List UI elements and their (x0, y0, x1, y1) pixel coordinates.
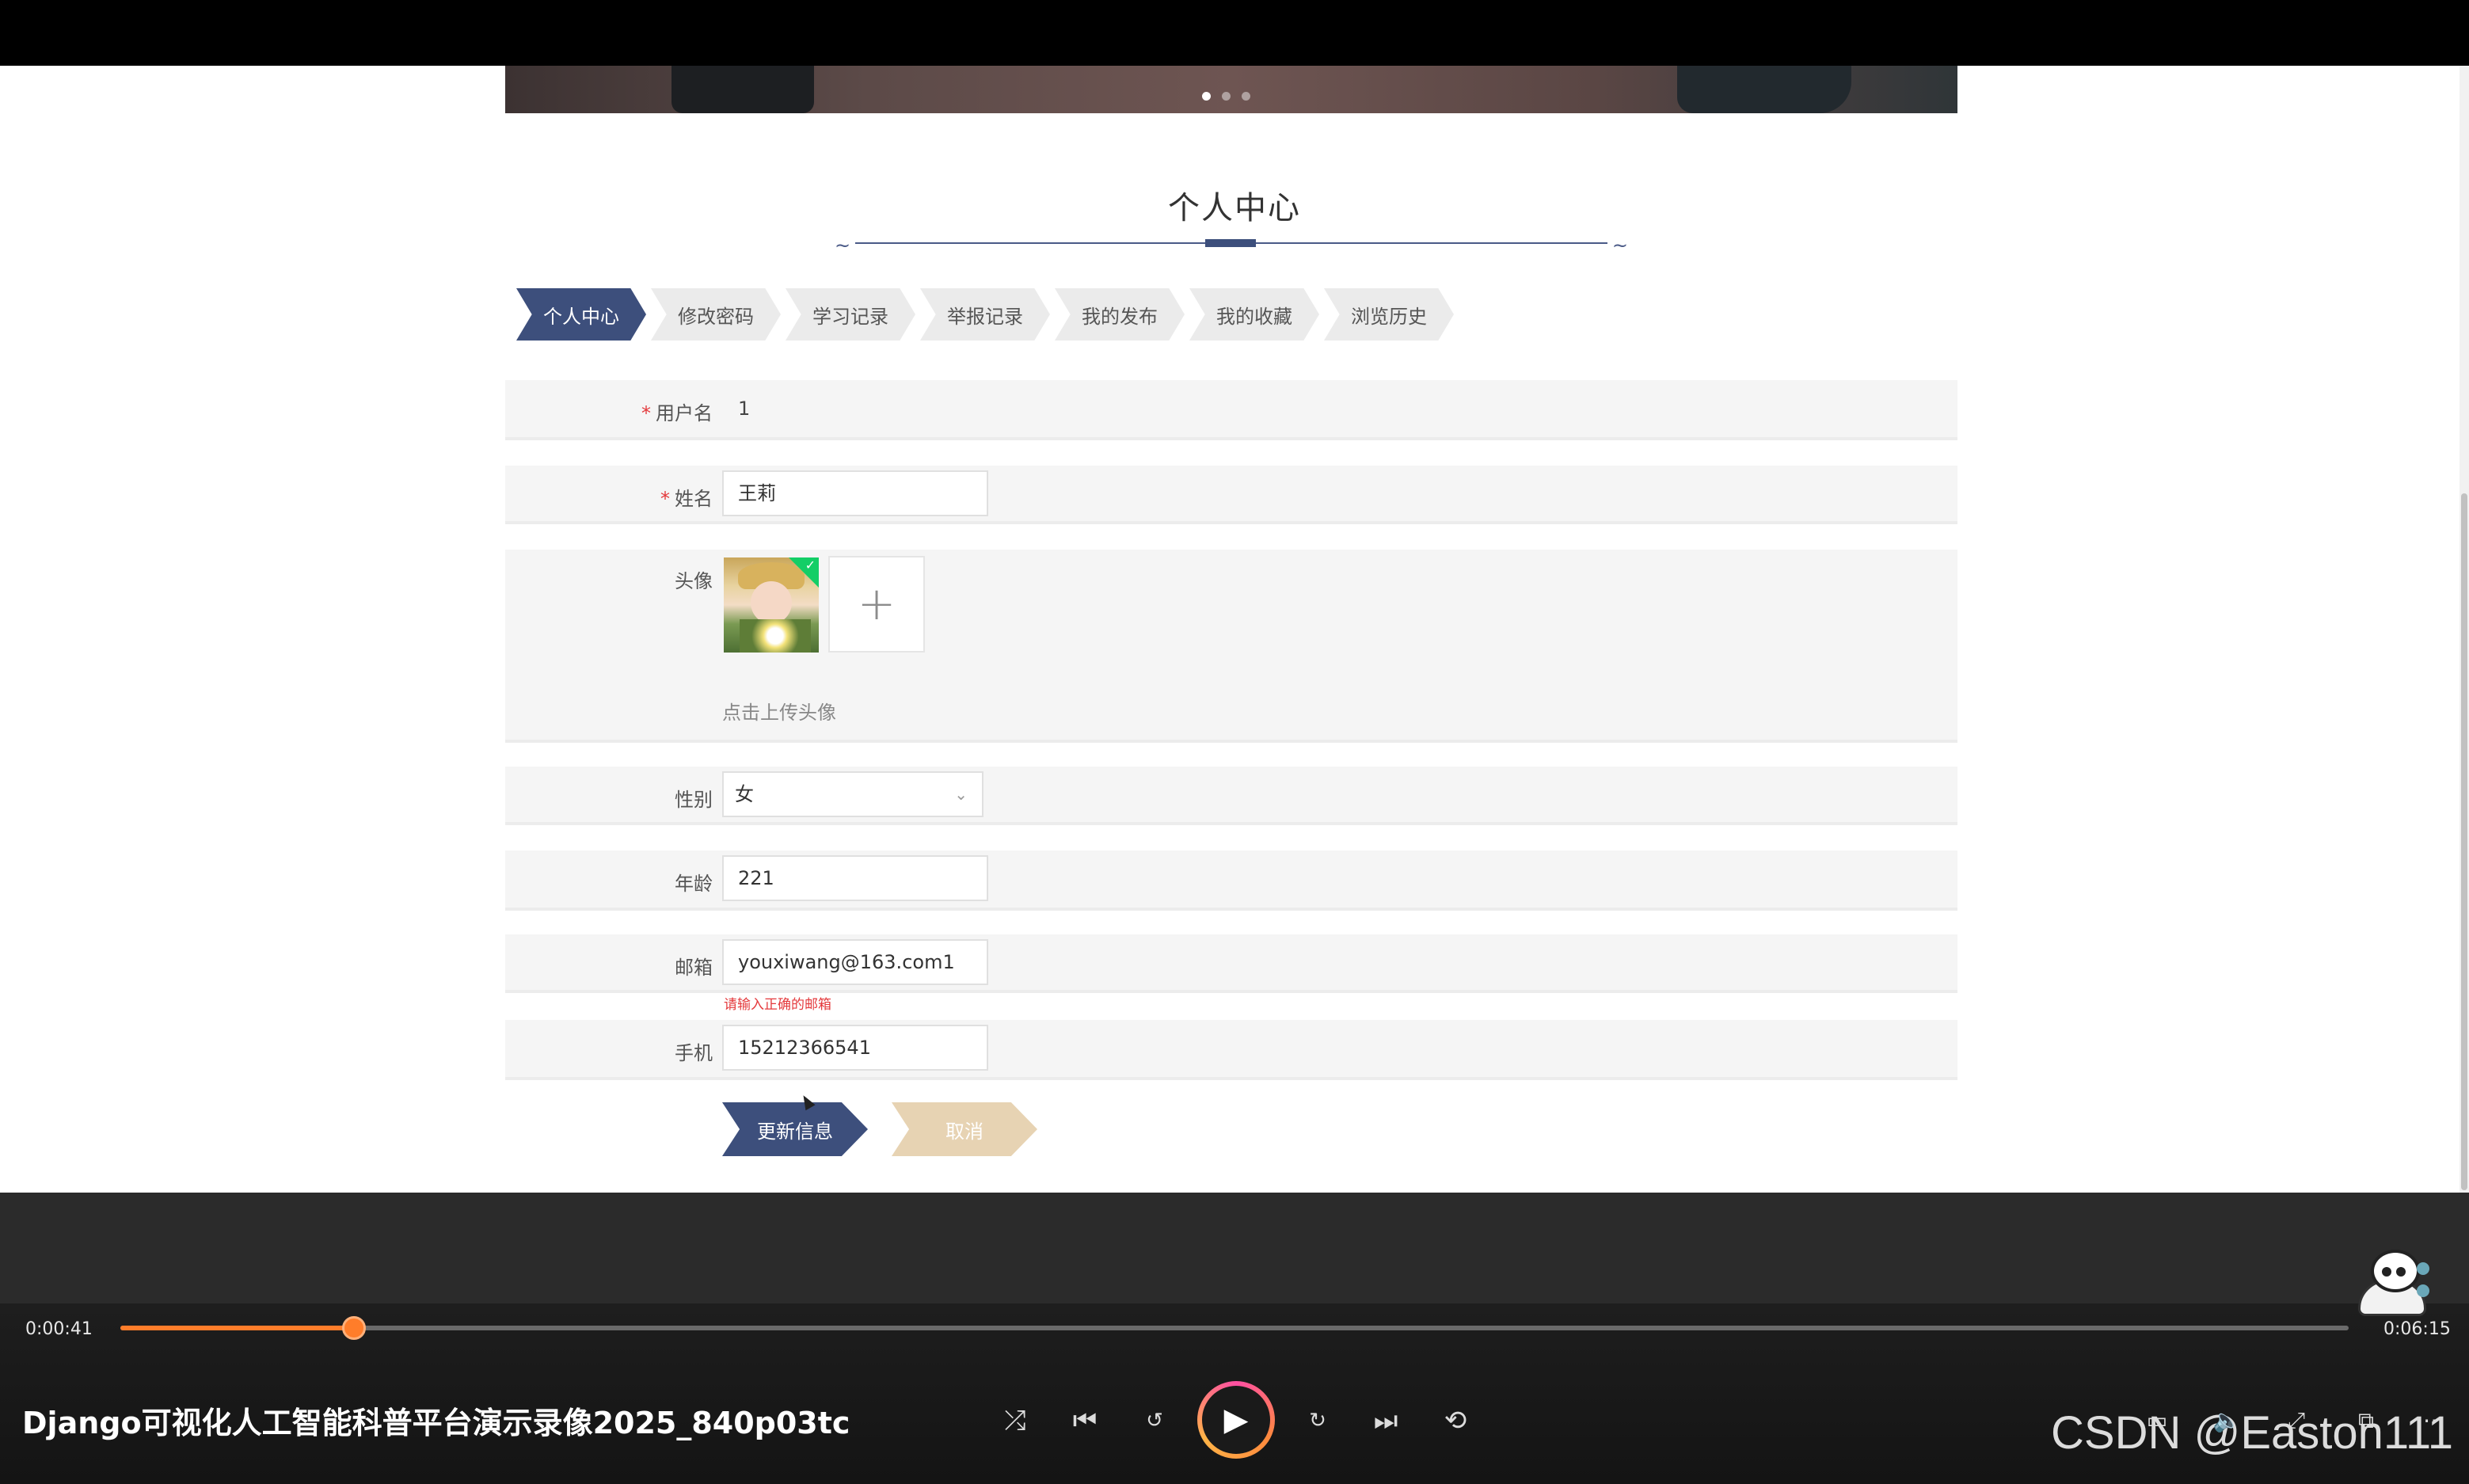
form-row-age: 年龄 221 (505, 850, 1957, 911)
tab-my-posts[interactable]: 我的发布 (1055, 288, 1185, 341)
form-row-gender: 性别 女 ⌄ (505, 767, 1957, 825)
tab-change-password[interactable]: 修改密码 (651, 288, 781, 341)
profile-tabs: 个人中心 修改密码 学习记录 举报记录 我的发布 我的收藏 浏览历史 (516, 288, 1459, 341)
next-icon[interactable]: ⏭ (1367, 1402, 1405, 1440)
banner-carousel (505, 66, 1957, 113)
phone-label: 手机 (675, 1042, 713, 1064)
subtitles-icon[interactable]: ▭ (2138, 1402, 2176, 1440)
cancel-button[interactable]: 取消 (892, 1102, 1037, 1156)
username-label: * 用户名 (641, 402, 713, 424)
tab-browse-history[interactable]: 浏览历史 (1324, 288, 1454, 341)
gender-select[interactable]: 女 ⌄ (722, 771, 983, 817)
mini-player-icon[interactable]: ⧉ (2347, 1402, 2385, 1440)
name-label: * 姓名 (660, 488, 713, 510)
form-row-avatar: 头像 ✓ + 点击上传头像 (505, 550, 1957, 743)
shuffle-icon[interactable]: ⤮ (996, 1402, 1034, 1440)
gender-selected-value: 女 (735, 783, 754, 805)
banner-image-object (671, 66, 814, 113)
total-time: 0:06:15 (2383, 1319, 2451, 1339)
form-row-phone: 手机 15212366541 (505, 1020, 1957, 1080)
carousel-dots (1202, 92, 1250, 101)
top-black-bar (0, 0, 2469, 66)
age-input[interactable]: 221 (722, 855, 988, 901)
email-error-message: 请输入正确的邮箱 (724, 997, 831, 1013)
expand-icon[interactable]: ⤢ (2277, 1402, 2315, 1440)
form-row-username: * 用户名 1 (505, 380, 1957, 440)
title-divider: ~ ~ (835, 234, 1628, 257)
chevron-down-icon: ⌄ (954, 785, 968, 804)
mascot-icon (2344, 1245, 2431, 1318)
tab-report-records[interactable]: 举报记录 (920, 288, 1050, 341)
carousel-dot[interactable] (1222, 92, 1231, 101)
volume-icon[interactable]: 🔈 (2208, 1402, 2246, 1440)
update-info-button[interactable]: 更新信息 (722, 1102, 868, 1156)
form-row-name: * 姓名 王莉 (505, 466, 1957, 524)
previous-icon[interactable]: ⏮ (1066, 1402, 1104, 1440)
avatar-label: 头像 (675, 570, 713, 592)
tab-study-records[interactable]: 学习记录 (786, 288, 915, 341)
video-title: Django可视化人工智能科普平台演示录像2025_840p03tc (22, 1406, 850, 1440)
age-label: 年龄 (675, 873, 713, 895)
current-time: 0:00:41 (25, 1319, 93, 1339)
seek-progress (120, 1326, 355, 1330)
seek-bar[interactable] (120, 1316, 2349, 1340)
forward-30-icon[interactable]: ↻ (1299, 1402, 1337, 1440)
csdn-watermark: CSDN @Easton111 (2051, 1407, 2454, 1459)
carousel-dot[interactable] (1202, 92, 1211, 101)
repeat-icon[interactable]: ⟲ (1436, 1402, 1474, 1440)
phone-input[interactable]: 15212366541 (722, 1025, 988, 1071)
play-button[interactable]: ▶ (1197, 1381, 1275, 1459)
username-value: 1 (738, 398, 751, 420)
play-icon: ▶ (1202, 1386, 1270, 1454)
tab-my-favorites[interactable]: 我的收藏 (1189, 288, 1319, 341)
tab-profile[interactable]: 个人中心 (516, 288, 646, 341)
upload-add-icon[interactable]: + (828, 556, 925, 653)
avatar-image[interactable]: ✓ (724, 557, 819, 653)
divider-curl-right: ~ (1611, 234, 1628, 257)
upload-hint: 点击上传头像 (722, 702, 836, 724)
more-icon[interactable]: ⋯ (2415, 1402, 2453, 1440)
carousel-dot[interactable] (1242, 92, 1250, 101)
name-input[interactable]: 王莉 (722, 470, 988, 516)
page-scrollbar[interactable] (2459, 66, 2469, 1194)
gender-label: 性别 (675, 789, 713, 811)
page-title: 个人中心 (1168, 190, 1301, 226)
rewind-10-icon[interactable]: ↺ (1136, 1402, 1174, 1440)
required-mark: * (660, 488, 670, 510)
form-row-email: 邮箱 youxiwang@163.com1 (505, 934, 1957, 993)
upload-success-check-icon: ✓ (789, 557, 819, 588)
page-footer (0, 1193, 2469, 1303)
divider-curl-left: ~ (835, 234, 851, 257)
scrollbar-thumb[interactable] (2461, 493, 2467, 1190)
email-input[interactable]: youxiwang@163.com1 (722, 939, 988, 985)
email-label: 邮箱 (675, 957, 713, 979)
divider-mark (1205, 239, 1256, 247)
banner-image-object (1677, 66, 1851, 113)
required-mark: * (641, 402, 651, 424)
